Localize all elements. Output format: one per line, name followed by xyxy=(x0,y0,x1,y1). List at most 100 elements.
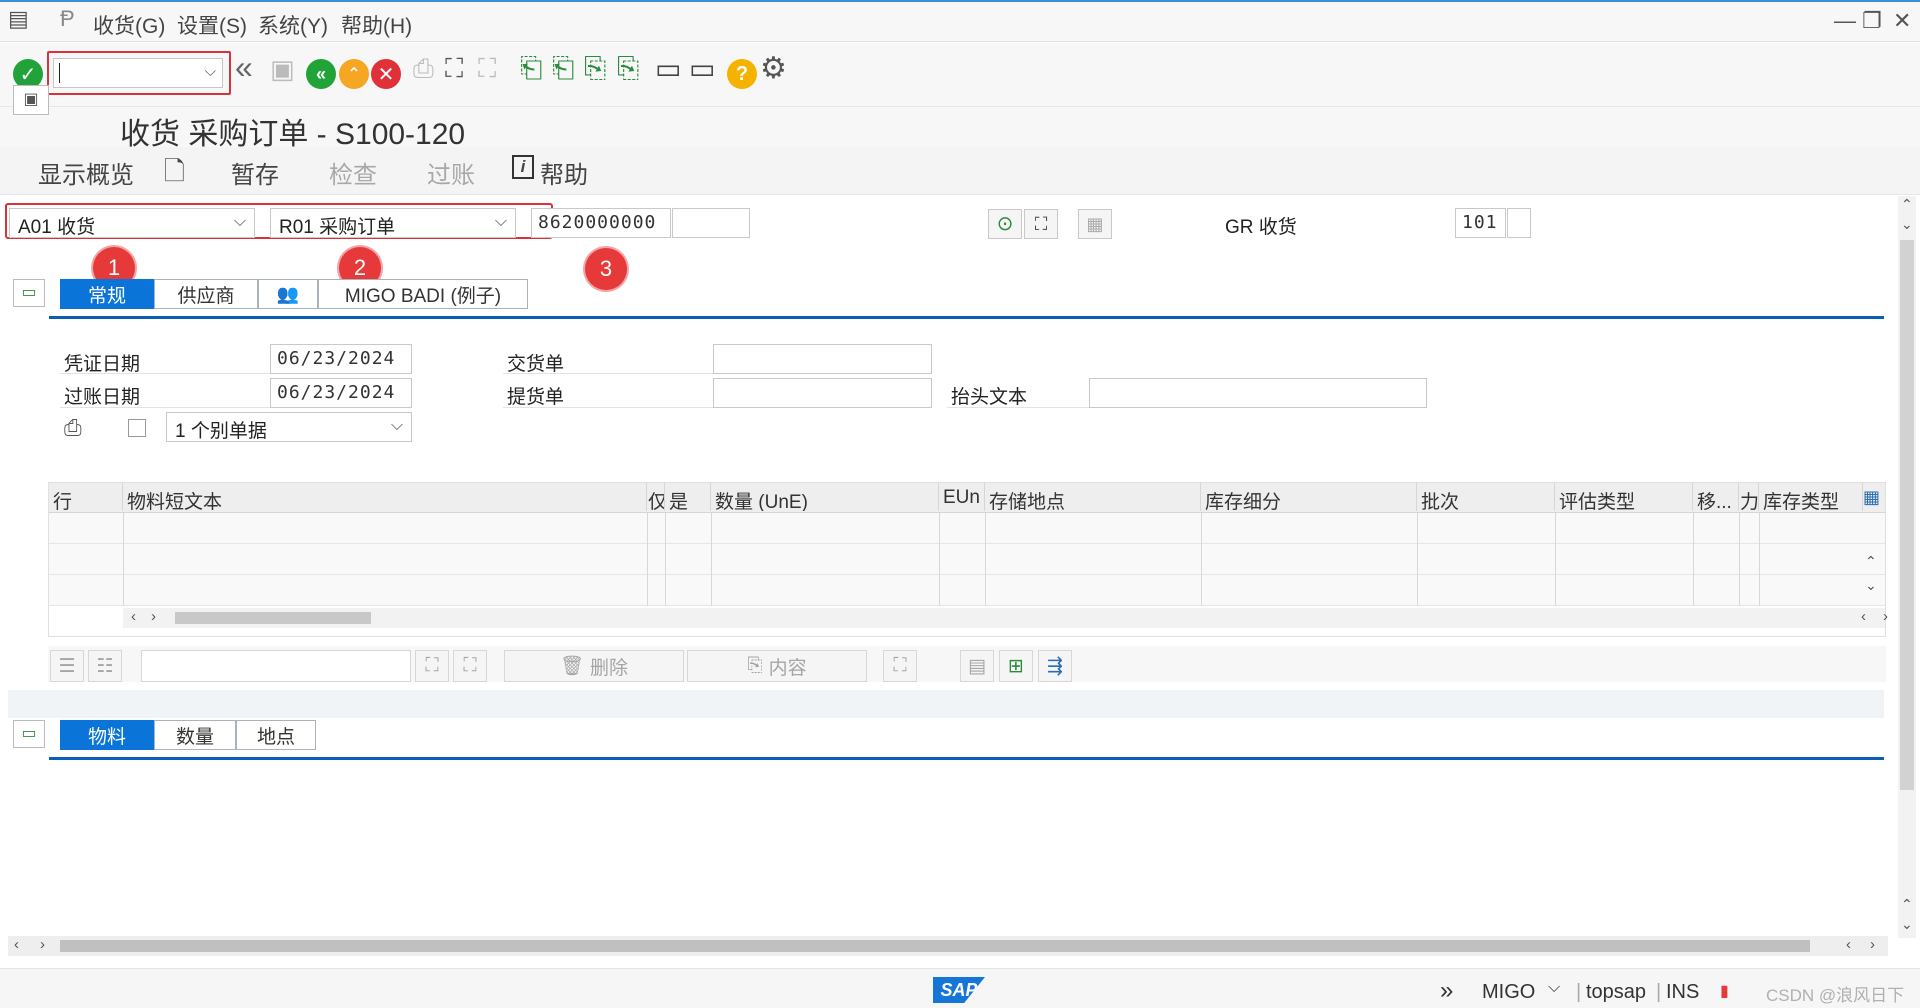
scroll-right-icon[interactable]: › xyxy=(40,936,45,953)
scroll-right-end-icon[interactable]: › xyxy=(1870,936,1875,953)
collapse-double-left-icon[interactable]: « xyxy=(235,49,253,86)
exit-button[interactable]: ⌃ xyxy=(337,57,371,91)
menu-system[interactable]: 系统(Y) xyxy=(258,10,328,40)
col-stock-type[interactable]: 库存类型 xyxy=(1759,483,1863,511)
tab-general[interactable]: 常规 xyxy=(60,279,154,309)
grid-scroll-down-icon[interactable]: ⌄ xyxy=(1865,577,1877,594)
tab-material[interactable]: 物料 xyxy=(60,720,154,750)
customize-icon[interactable]: Ᵽ xyxy=(60,6,75,32)
first-page-icon[interactable]: ⎗ xyxy=(520,52,542,85)
post-button[interactable]: 过账 xyxy=(427,155,475,190)
grid-hscrollbar[interactable]: ‹ › ‹ › xyxy=(123,608,1888,628)
menu-help[interactable]: 帮助(H) xyxy=(341,10,412,40)
tab-location[interactable]: 地点 xyxy=(236,720,316,750)
movement-special-field[interactable] xyxy=(1507,208,1531,238)
collapse-header-icon[interactable]: ▭ xyxy=(13,279,45,307)
create-session-icon[interactable]: ▭ xyxy=(655,52,681,85)
command-field[interactable]: ⌵ xyxy=(53,58,223,88)
fullscreen-button[interactable]: ⛶ xyxy=(883,650,917,682)
action-dropdown[interactable]: A01 收货 ⌵ xyxy=(9,208,255,238)
scroll-left-icon[interactable]: ‹ xyxy=(14,936,19,953)
screen-menu-icon[interactable]: ▣ xyxy=(13,85,49,115)
main-hscroll-thumb[interactable] xyxy=(60,940,1810,952)
filter-button[interactable]: ☷ xyxy=(88,650,122,682)
col-movement[interactable]: 移... xyxy=(1693,483,1739,511)
scroll-down-icon[interactable]: ⌄ xyxy=(1901,216,1913,233)
col-material-text[interactable]: 物料短文本 xyxy=(123,483,647,511)
new-document-icon[interactable]: 🗋 xyxy=(164,153,185,197)
col-stock-segment[interactable]: 库存细分 xyxy=(1201,483,1417,511)
grid-find-button[interactable]: ⛶ xyxy=(415,650,449,682)
col-eun[interactable]: EUn xyxy=(939,483,985,511)
chevron-down-icon[interactable]: ⌵ xyxy=(205,63,216,80)
cancel-button[interactable]: ✕ xyxy=(369,57,403,91)
find-next-icon[interactable]: ⛶ xyxy=(478,53,496,85)
print-icon[interactable]: ⎙ xyxy=(413,53,434,85)
scroll-right-end-icon[interactable]: › xyxy=(1883,608,1888,625)
tab-quantity[interactable]: 数量 xyxy=(154,720,236,750)
vertical-scrollbar[interactable]: ⌃ ⌄ ⌃ ⌄ xyxy=(1898,196,1916,938)
chevron-down-icon[interactable]: ⌵ xyxy=(1548,979,1560,997)
calculator-icon[interactable]: ▦ xyxy=(1078,209,1112,239)
tab-partner-icon[interactable]: 👥 xyxy=(258,279,318,309)
menu-settings[interactable]: 设置(S) xyxy=(177,10,247,40)
previous-page-icon[interactable]: ⎗ xyxy=(552,52,574,85)
expand-status-icon[interactable]: » xyxy=(1440,977,1453,1005)
col-quantity[interactable]: 数量 (UnE) xyxy=(711,483,939,511)
hold-button[interactable]: 暂存 xyxy=(231,155,279,190)
print-checkbox[interactable] xyxy=(128,419,146,437)
grid-search-input[interactable] xyxy=(141,650,411,682)
po-number-field[interactable]: 8620000000 xyxy=(531,208,671,238)
col-batch[interactable]: 批次 xyxy=(1417,483,1555,511)
scroll-up-icon[interactable]: ⌃ xyxy=(1901,196,1913,213)
help-button[interactable]: ? xyxy=(725,57,759,91)
restore-icon[interactable]: ❐ xyxy=(1862,8,1882,34)
last-page-icon[interactable]: ⎘ xyxy=(617,52,639,85)
transaction-code[interactable]: MIGO xyxy=(1482,981,1535,1004)
scroll-thumb[interactable] xyxy=(1900,240,1914,790)
grid-hscroll-thumb[interactable] xyxy=(175,612,371,624)
tab-migo-badi[interactable]: MIGO BADI (例子) xyxy=(318,279,528,309)
search-binoculars-icon[interactable]: ⛶ xyxy=(1024,209,1058,239)
pallet-button[interactable]: ▤ xyxy=(960,650,994,682)
check-button[interactable]: 检查 xyxy=(329,155,377,190)
add-row-button[interactable]: ⊞ xyxy=(999,650,1033,682)
po-item-field[interactable] xyxy=(672,208,750,238)
col-storage-location[interactable]: 存储地点 xyxy=(985,483,1201,511)
grid-find-next-button[interactable]: ⛶ xyxy=(453,650,487,682)
transfer-button[interactable]: ⇶ xyxy=(1038,650,1072,682)
contents-button[interactable]: ⎘ 内容 xyxy=(687,650,867,682)
menu-goods-receipt[interactable]: 收货(G) xyxy=(93,10,165,40)
execute-icon[interactable]: ⊙ xyxy=(988,209,1022,239)
gear-icon[interactable]: ⚙ xyxy=(760,51,787,86)
next-page-icon[interactable]: ⎘ xyxy=(584,52,606,85)
info-icon[interactable]: i xyxy=(512,155,534,179)
doc-date-field[interactable]: 06/23/2024 xyxy=(270,344,412,374)
collapse-detail-icon[interactable]: ▭ xyxy=(13,720,45,748)
scroll-up-bottom-icon[interactable]: ⌃ xyxy=(1901,896,1913,913)
col-valuation-type[interactable]: 评估类型 xyxy=(1555,483,1693,511)
movement-type-field[interactable]: 101 xyxy=(1455,208,1506,238)
insert-mode[interactable]: INS xyxy=(1666,981,1699,1004)
delete-button[interactable]: 🗑 删除 xyxy=(504,650,684,682)
delivery-note-field[interactable] xyxy=(713,344,932,374)
grid-scroll-up-icon[interactable]: ⌃ xyxy=(1865,553,1877,570)
post-date-field[interactable]: 06/23/2024 xyxy=(270,378,412,408)
scroll-left-end-icon[interactable]: ‹ xyxy=(1846,936,1851,953)
column-settings-icon[interactable]: ▦ xyxy=(1863,487,1880,508)
close-icon[interactable]: ✕ xyxy=(1893,8,1911,34)
help-text-button[interactable]: 帮助 xyxy=(540,155,588,190)
header-text-field[interactable] xyxy=(1089,378,1427,408)
col-ok[interactable]: 是 xyxy=(665,483,711,511)
minimize-icon[interactable]: — xyxy=(1834,8,1856,34)
menu-icon[interactable]: ▤ xyxy=(8,6,29,32)
scroll-down-bottom-icon[interactable]: ⌄ xyxy=(1901,916,1913,933)
display-overview-button[interactable]: 显示概览 xyxy=(38,155,134,190)
find-binoculars-icon[interactable]: ⛶ xyxy=(445,53,463,85)
back-button[interactable]: « xyxy=(304,57,338,91)
save-icon[interactable]: ▣ xyxy=(270,54,295,85)
scroll-left-end-icon[interactable]: ‹ xyxy=(1861,608,1866,625)
generate-shortcut-icon[interactable]: ▭ xyxy=(689,52,715,85)
main-hscrollbar[interactable]: ‹ › ‹ › xyxy=(8,936,1888,956)
scroll-right-icon[interactable]: › xyxy=(151,608,156,625)
